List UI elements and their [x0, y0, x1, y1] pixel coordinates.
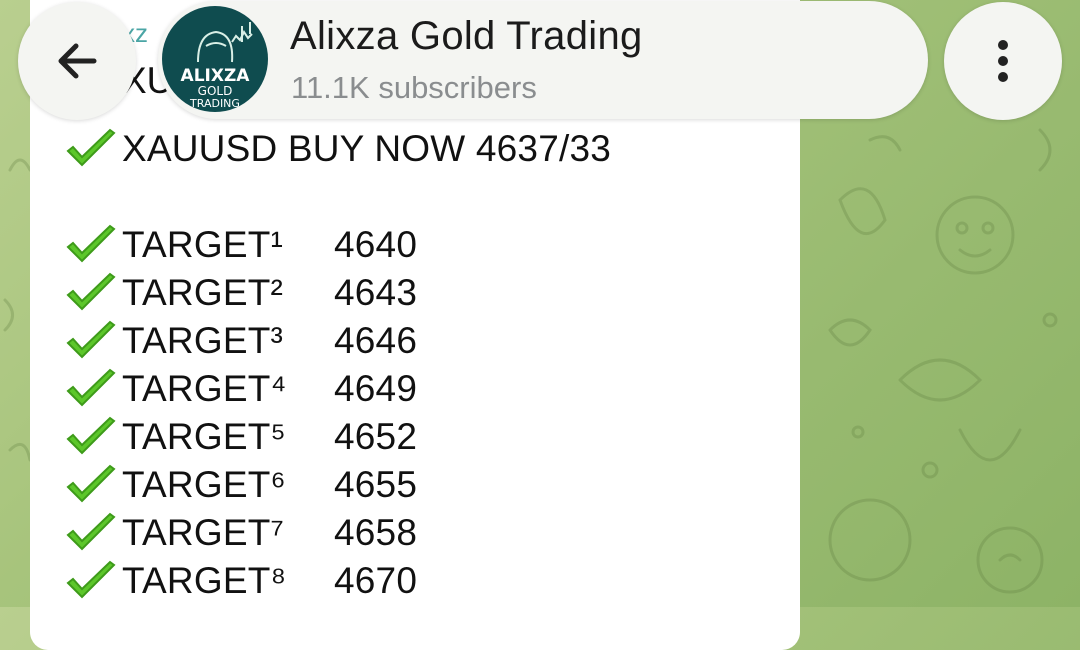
check-mark-icon [66, 368, 116, 407]
target-label: TARGET⁵ [122, 416, 287, 457]
target-value: 4649 [334, 368, 418, 409]
check-mark-icon [66, 320, 116, 359]
channel-title[interactable]: Alixza Gold Trading [290, 14, 643, 59]
check-mark-icon [66, 464, 116, 503]
subscriber-count: 11.1K subscribers [291, 70, 537, 105]
check-mark-icon [66, 224, 116, 263]
target-row: TARGET⁴ 4649 [64, 367, 417, 411]
target-row: TARGET⁵ 4652 [64, 415, 417, 459]
signal-text: XAUUSD BUY NOW 4637/33 [122, 128, 612, 169]
target-label: TARGET² [122, 272, 284, 313]
target-value: 4652 [334, 416, 418, 457]
target-value: 4643 [334, 272, 418, 313]
target-value: 4646 [334, 320, 418, 361]
channel-avatar[interactable]: ALIXZA GOLD TRADING [162, 6, 268, 112]
check-mark-icon [66, 512, 116, 551]
target-row: TARGET⁷ 4658 [64, 511, 417, 555]
arrow-left-icon [58, 43, 97, 79]
target-label: TARGET⁴ [122, 368, 287, 409]
target-row: TARGET³ 4646 [64, 319, 417, 363]
target-label: TARGET³ [122, 320, 284, 361]
back-button[interactable] [18, 2, 136, 120]
avatar-line-2: GOLD [197, 84, 233, 98]
target-label: TARGET⁸ [122, 560, 287, 601]
target-value: 4655 [334, 464, 418, 505]
target-label: TARGET¹ [122, 224, 284, 265]
target-row: TARGET¹ 4640 [64, 223, 417, 267]
check-mark-icon [66, 272, 116, 311]
check-mark-icon [66, 416, 116, 455]
check-mark-icon [66, 128, 116, 167]
avatar-line-1: ALIXZA [180, 66, 250, 86]
target-value: 4670 [334, 560, 418, 601]
target-label: TARGET⁶ [122, 464, 286, 505]
target-row: TARGET² 4643 [64, 271, 417, 315]
avatar-line-3: TRADING [190, 97, 240, 110]
target-row: TARGET⁶ 4655 [64, 463, 417, 507]
more-options-button[interactable] [944, 2, 1062, 120]
more-vertical-icon [998, 40, 1008, 82]
target-value: 4658 [334, 512, 418, 553]
target-value: 4640 [334, 224, 418, 265]
target-label: TARGET⁷ [122, 512, 285, 553]
check-mark-icon [66, 560, 116, 599]
signal-line: XAUUSD BUY NOW 4637/33 [64, 127, 611, 171]
target-row: TARGET⁸ 4670 [64, 559, 417, 603]
